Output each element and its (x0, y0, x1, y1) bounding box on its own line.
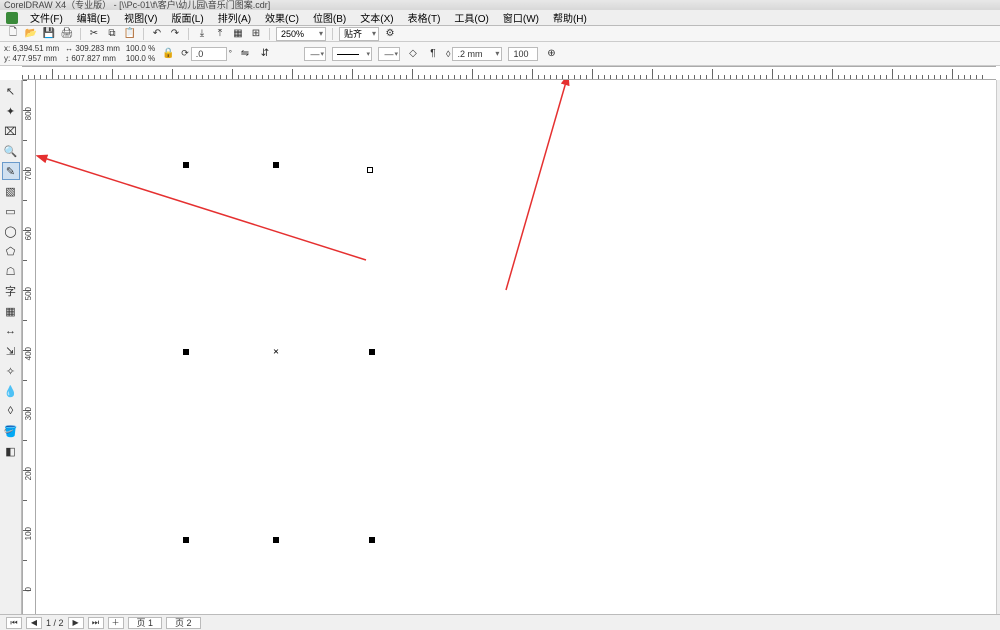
position-readout: x: 6,394.51 mm y: 477.957 mm (4, 44, 59, 64)
copy-button[interactable]: ⧉ (105, 27, 119, 41)
rectangle-tool[interactable]: ▭ (2, 202, 20, 220)
standard-toolbar: 🗋 📂 💾 🖨 ✂ ⧉ 📋 ↶ ↷ ⤓ ⤒ ▦ ⊞ 250% 贴齐 ⚙ (0, 26, 1000, 42)
shape-tool[interactable]: ✦ (2, 102, 20, 120)
paste-button[interactable]: 📋 (123, 27, 137, 41)
color-palette[interactable] (996, 80, 1000, 614)
scale-readout: 100.0 % 100.0 % (126, 44, 155, 64)
menu-edit[interactable]: 编辑(E) (71, 10, 116, 25)
duplicate-spinner[interactable]: ⊕ (544, 47, 558, 61)
menu-bar: 文件(F) 编辑(E) 视图(V) 版面(L) 排列(A) 效果(C) 位图(B… (0, 10, 1000, 26)
print-button[interactable]: 🖨 (60, 27, 74, 41)
fill-tool[interactable]: 🪣 (2, 422, 20, 440)
size-readout: ↔ 309.283 mm ↕ 607.827 mm (65, 44, 120, 64)
selection-center-icon: × (273, 347, 279, 358)
ellipse-tool[interactable]: ◯ (2, 222, 20, 240)
auto-close-button[interactable]: ◇ (406, 47, 420, 61)
drawn-line (186, 170, 336, 230)
dimension-tool[interactable]: ↔ (2, 322, 20, 340)
horizontal-ruler[interactable]: 6100620063006400650066006700680069007000… (22, 66, 996, 80)
page-tab-2[interactable]: 页 2 (166, 617, 201, 629)
options-button[interactable]: ⚙ (383, 27, 397, 41)
menu-bitmap[interactable]: 位图(B) (307, 10, 352, 25)
text-tool[interactable]: 字 (2, 282, 20, 300)
outline-tool[interactable]: ◊ (2, 402, 20, 420)
handle-br[interactable] (369, 537, 375, 543)
snap-combo[interactable]: 贴齐 (339, 27, 379, 41)
vertical-ruler[interactable]: 8007006005004003002001000 (22, 80, 36, 614)
lock-ratio-button[interactable]: 🔒 (161, 47, 175, 61)
eyedropper-tool[interactable]: 💧 (2, 382, 20, 400)
menu-help[interactable]: 帮助(H) (547, 10, 593, 25)
toolbox: ↖ ✦ ⌧ 🔍 ✎ ▧ ▭ ◯ ⬠ ☖ 字 ▦ ↔ ⇲ ✧ 💧 ◊ 🪣 ◧ (0, 80, 22, 614)
rotation-input[interactable]: .0 (191, 47, 227, 61)
page-tab-1[interactable]: 页 1 (128, 617, 163, 629)
rotate-icon: ⟳ (181, 48, 189, 59)
app-launcher-button[interactable]: ▦ (231, 27, 245, 41)
handle-tl[interactable] (183, 162, 189, 168)
zoom-tool[interactable]: 🔍 (2, 142, 20, 160)
crop-tool[interactable]: ⌧ (2, 122, 20, 140)
menu-arrange[interactable]: 排列(A) (212, 10, 257, 25)
menu-tools[interactable]: 工具(O) (448, 10, 494, 25)
divider (188, 28, 189, 40)
handle-bl[interactable] (183, 537, 189, 543)
status-bar: ⏮ ◀ 1 / 2 ▶ ⏭ ＋ 页 1 页 2 (0, 614, 1000, 630)
page-counter: 1 / 2 (46, 618, 64, 628)
import-button[interactable]: ⤓ (195, 27, 209, 41)
end-arrow-combo[interactable]: — (378, 47, 400, 61)
smart-fill-tool[interactable]: ▧ (2, 182, 20, 200)
welcome-button[interactable]: ⊞ (249, 27, 263, 41)
handle-mr[interactable] (369, 349, 375, 355)
menu-view[interactable]: 视图(V) (118, 10, 163, 25)
mirror-v-button[interactable]: ⇵ (258, 47, 272, 61)
page-add-button[interactable]: ＋ (108, 617, 124, 629)
table-tool[interactable]: ▦ (2, 302, 20, 320)
divider (80, 28, 81, 40)
new-button[interactable]: 🗋 (6, 27, 20, 41)
zoom-combo[interactable]: 250% (276, 27, 326, 41)
interactive-tool[interactable]: ✧ (2, 362, 20, 380)
menu-layout[interactable]: 版面(L) (165, 10, 209, 25)
title-bar: CorelDRAW X4（专业版） - [\\Pc-01\f\客户\幼儿园\音乐… (0, 0, 1000, 10)
polygon-tool[interactable]: ⬠ (2, 242, 20, 260)
property-bar: x: 6,394.51 mm y: 477.957 mm ↔ 309.283 m… (0, 42, 1000, 66)
menu-file[interactable]: 文件(F) (24, 10, 69, 25)
copies-input[interactable]: 100 (508, 47, 538, 61)
freehand-tool[interactable]: ✎ (2, 162, 20, 180)
outline-width-combo[interactable]: .2 mm (452, 47, 502, 61)
outline-width-icon: ◊ (446, 49, 450, 59)
divider (143, 28, 144, 40)
handle-ml[interactable] (183, 349, 189, 355)
page-prev-button[interactable]: ◀ (26, 617, 42, 629)
basic-shapes-tool[interactable]: ☖ (2, 262, 20, 280)
handle-bm[interactable] (273, 537, 279, 543)
open-button[interactable]: 📂 (24, 27, 38, 41)
canvas-content (36, 80, 336, 230)
connector-tool[interactable]: ⇲ (2, 342, 20, 360)
save-button[interactable]: 💾 (42, 27, 56, 41)
page-last-button[interactable]: ⏭ (88, 617, 104, 629)
page-first-button[interactable]: ⏮ (6, 617, 22, 629)
menu-window[interactable]: 窗口(W) (497, 10, 545, 25)
menu-table[interactable]: 表格(T) (402, 10, 447, 25)
start-arrow-combo[interactable]: — (304, 47, 326, 61)
app-logo-icon (6, 12, 18, 24)
line-end-a[interactable] (367, 167, 373, 173)
redo-button[interactable]: ↷ (168, 27, 182, 41)
menu-text[interactable]: 文本(X) (354, 10, 399, 25)
wrap-text-button[interactable]: ¶ (426, 47, 440, 61)
handle-tm[interactable] (273, 162, 279, 168)
export-button[interactable]: ⤒ (213, 27, 227, 41)
cut-button[interactable]: ✂ (87, 27, 101, 41)
line-style-combo[interactable] (332, 47, 372, 61)
interactive-fill-tool[interactable]: ◧ (2, 442, 20, 460)
undo-button[interactable]: ↶ (150, 27, 164, 41)
divider (269, 28, 270, 40)
divider (332, 28, 333, 40)
page-next-button[interactable]: ▶ (68, 617, 84, 629)
menu-effects[interactable]: 效果(C) (259, 10, 305, 25)
mirror-h-button[interactable]: ⇋ (238, 47, 252, 61)
pick-tool[interactable]: ↖ (2, 82, 20, 100)
drawing-canvas[interactable]: × (36, 80, 996, 614)
